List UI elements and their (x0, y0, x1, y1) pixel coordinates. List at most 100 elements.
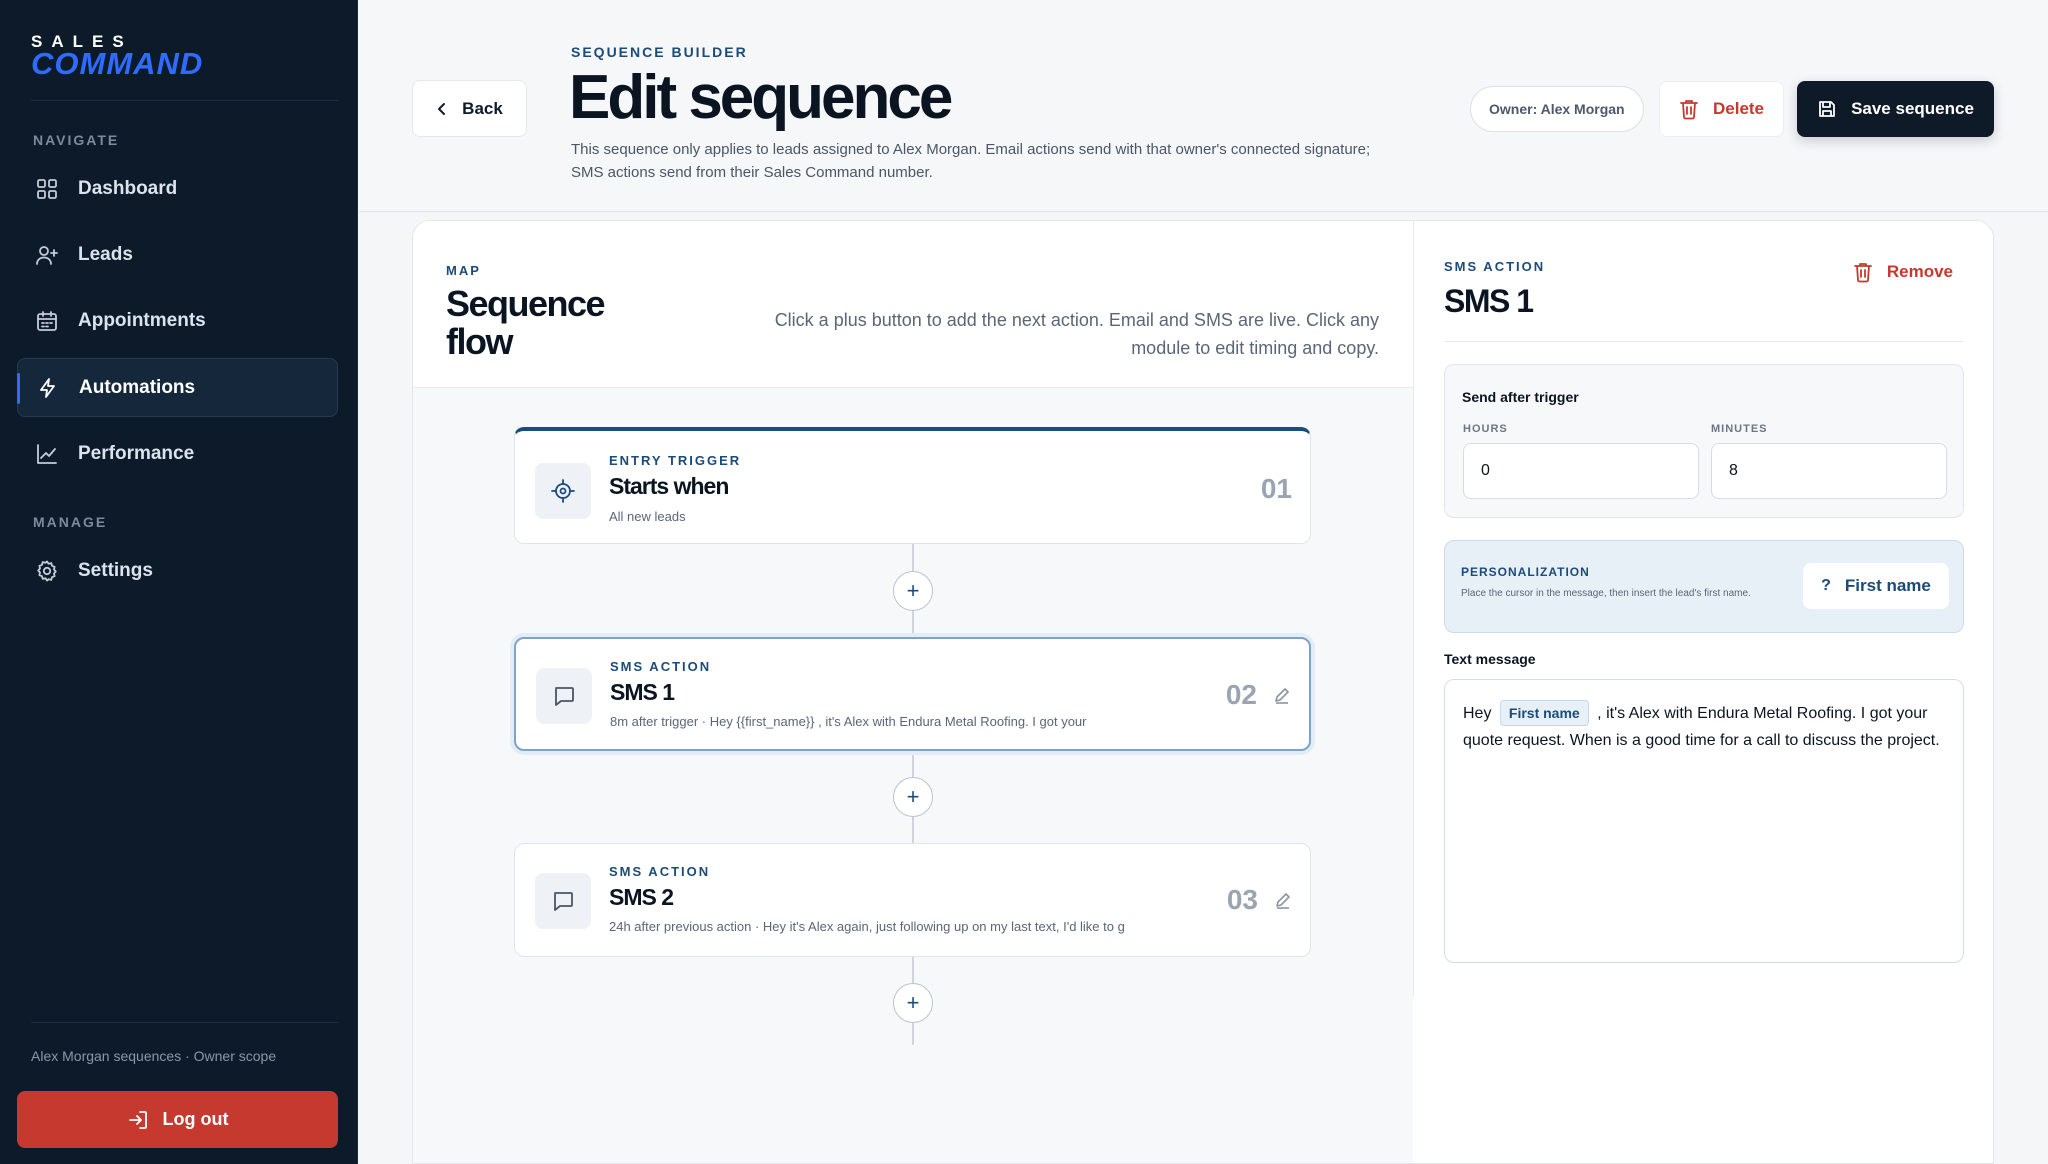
plus-icon: + (906, 990, 920, 1015)
calendar-icon (34, 308, 60, 334)
delete-label: Delete (1712, 99, 1765, 118)
target-icon (535, 463, 591, 519)
node-subtitle: 8m after trigger · Hey {{first_name}} , … (610, 714, 1087, 729)
entry-trigger-node[interactable]: ENTRY TRIGGER Starts when All new leads … (514, 427, 1311, 544)
node-title: SMS 1 (610, 679, 675, 705)
sidebar-item-label: Performance (78, 442, 195, 464)
delete-button[interactable]: Delete (1659, 81, 1784, 137)
grid-icon (34, 176, 60, 202)
page-description: This sequence only applies to leads assi… (571, 141, 1371, 181)
edit-pencil-icon[interactable] (1273, 686, 1291, 704)
node-title: SMS 2 (609, 884, 674, 910)
plus-icon: + (906, 784, 920, 809)
map-title: Sequence flow (446, 283, 606, 362)
plus-icon: + (906, 578, 920, 603)
owner-scope-text: Alex Morgan sequences · Owner scope (31, 1048, 277, 1064)
node-title: Starts when (609, 473, 729, 499)
user-plus-icon (34, 242, 60, 268)
add-action-button[interactable]: + (893, 777, 933, 817)
sidebar-item-label: Appointments (78, 309, 206, 331)
back-label: Back (462, 98, 503, 118)
message-text-start: Hey (1463, 705, 1492, 722)
node-number: 02 (1226, 679, 1291, 711)
page-title: Edit sequence (569, 63, 953, 132)
sidebar-item-settings[interactable]: Settings (17, 541, 338, 600)
chart-line-icon (34, 441, 60, 467)
brand-logo-bottom: COMMAND (31, 46, 204, 81)
gear-icon (34, 558, 60, 584)
manage-section-label: MANAGE (33, 514, 108, 530)
add-action-button[interactable]: + (893, 571, 933, 611)
message-icon (535, 873, 591, 929)
node-number: 03 (1227, 884, 1292, 916)
personalization-hint: Place the cursor in the message, then in… (1461, 588, 1751, 599)
editor-eyebrow: SMS ACTION (1444, 259, 1546, 274)
node-number-text: 02 (1225, 679, 1257, 710)
sidebar-item-label: Settings (78, 559, 153, 581)
nav-section-label: NAVIGATE (33, 132, 120, 148)
trash-icon (1680, 100, 1698, 120)
edit-pencil-icon[interactable] (1274, 891, 1292, 909)
back-button[interactable]: Back (412, 80, 527, 137)
sidebar-divider (31, 100, 338, 101)
node-eyebrow: SMS ACTION (610, 659, 712, 674)
hours-label: HOURS (1463, 423, 1508, 435)
sidebar-item-label: Leads (78, 243, 133, 265)
minutes-label: MINUTES (1711, 423, 1768, 435)
map-header: MAP Sequence flow Click a plus button to… (413, 221, 1413, 388)
remove-action-button[interactable]: Remove (1853, 261, 1953, 283)
node-eyebrow: ENTRY TRIGGER (609, 453, 742, 468)
message-label: Text message (1444, 651, 1536, 667)
message-icon (536, 668, 592, 724)
minutes-input[interactable]: 8 (1711, 443, 1947, 499)
save-icon (1819, 101, 1835, 117)
action-editor: SMS ACTION SMS 1 Remove Send after trigg… (1413, 221, 1993, 996)
node-subtitle: 24h after previous action · Hey it's Ale… (609, 919, 1125, 934)
question-icon: ? (1821, 577, 1831, 594)
remove-label: Remove (1886, 262, 1953, 281)
sidebar: SALES COMMAND NAVIGATE Dashboard Leads A… (0, 0, 358, 1164)
sidebar-item-label: Dashboard (78, 177, 178, 199)
insert-first-name-label: First name (1844, 576, 1931, 595)
page-eyebrow: SEQUENCE BUILDER (571, 44, 748, 60)
save-sequence-button[interactable]: Save sequence (1797, 81, 1994, 137)
sidebar-divider (31, 1022, 338, 1023)
owner-badge: Owner: Alex Morgan (1470, 86, 1644, 132)
node-number: 01 (1261, 473, 1292, 505)
editor-divider (1444, 341, 1964, 342)
node-eyebrow: SMS ACTION (609, 864, 711, 879)
sequence-canvas: ENTRY TRIGGER Starts when All new leads … (413, 388, 1413, 1163)
insert-first-name-button[interactable]: ? First name (1803, 563, 1949, 609)
log-in-icon (127, 1109, 149, 1131)
sidebar-item-appointments[interactable]: Appointments (17, 291, 338, 350)
node-number-text: 01 (1260, 473, 1292, 504)
sequence-panel: MAP Sequence flow Click a plus button to… (412, 220, 1994, 1164)
sms-action-node[interactable]: SMS ACTION SMS 1 8m after trigger · Hey … (514, 637, 1311, 751)
map-hint: Click a plus button to add the next acti… (774, 310, 1379, 358)
bolt-icon (35, 375, 61, 401)
sidebar-item-dashboard[interactable]: Dashboard (17, 159, 338, 218)
map-eyebrow: MAP (446, 263, 481, 278)
sidebar-item-label: Automations (79, 376, 196, 398)
chevron-left-icon (438, 102, 446, 115)
hours-input[interactable]: 0 (1463, 443, 1699, 499)
node-subtitle: All new leads (609, 509, 686, 524)
sidebar-item-performance[interactable]: Performance (17, 424, 338, 483)
sidebar-item-automations[interactable]: Automations (17, 358, 338, 417)
logout-button[interactable]: Log out (17, 1091, 338, 1148)
sms-action-node[interactable]: SMS ACTION SMS 2 24h after previous acti… (514, 843, 1311, 957)
trash-icon (1853, 263, 1872, 283)
first-name-token[interactable]: First name (1499, 700, 1589, 726)
timing-label: Send after trigger (1462, 389, 1579, 405)
personalization-card: PERSONALIZATION Place the cursor in the … (1444, 540, 1964, 633)
text-message-editor[interactable]: Hey First name , it's Alex with Endura M… (1444, 679, 1964, 963)
logout-label: Log out (162, 1109, 229, 1129)
timing-card: Send after trigger HOURS 0 MINUTES 8 (1444, 364, 1964, 518)
personalization-title: PERSONALIZATION (1461, 565, 1590, 579)
brand-logo[interactable]: SALES COMMAND (31, 33, 204, 81)
node-number-text: 03 (1226, 884, 1258, 915)
add-action-button[interactable]: + (893, 983, 933, 1023)
sidebar-item-leads[interactable]: Leads (17, 225, 338, 284)
save-label: Save sequence (1851, 99, 1974, 118)
editor-title: SMS 1 (1444, 283, 1534, 319)
